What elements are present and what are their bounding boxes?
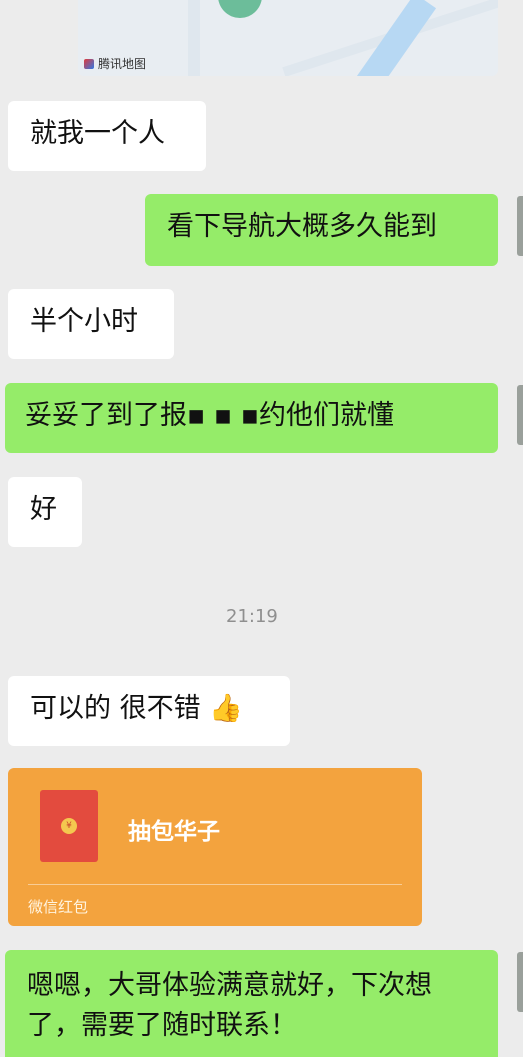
red-envelope-icon: ¥ [40,790,98,862]
map-location-pin [218,0,262,18]
message-text: 妥妥了到了报▪ ▪ ▪约他们就懂 [25,400,395,431]
avatar[interactable] [517,952,523,1012]
message-bubble-right[interactable]: 看下导航大概多久能到 [145,194,498,266]
message-bubble-left[interactable]: 可以的 很不错 👍 [8,676,290,746]
map-road [188,0,200,76]
message-text: 看下导航大概多久能到 [167,211,437,242]
map-river [345,0,437,76]
message-bubble-right[interactable]: 嗯嗯，大哥体验满意就好，下次想 了，需要了随时联系！ [5,950,498,1057]
message-text: 半个小时 [30,306,138,337]
divider [28,884,402,885]
message-bubble-right[interactable]: 妥妥了到了报▪ ▪ ▪约他们就懂 [5,383,498,453]
tencent-map-icon [84,58,94,69]
message-bubble-left[interactable]: 半个小时 [8,289,174,359]
avatar[interactable] [517,196,523,256]
message-bubble-left[interactable]: 就我一个人 [8,101,206,171]
message-timestamp: 21:19 [226,606,278,627]
message-text: 可以的 很不错 👍 [30,693,243,724]
message-text-line: 嗯嗯，大哥体验满意就好，下次想 [27,970,432,1001]
coin-icon: ¥ [61,818,77,834]
message-text: 就我一个人 [30,118,165,149]
location-map-card[interactable]: 腾讯地图 [78,0,498,76]
map-provider-label: 腾讯地图 [98,57,147,71]
message-text-line: 了，需要了随时联系！ [27,1010,297,1041]
message-bubble-left[interactable]: 好 [8,477,82,547]
avatar[interactable] [517,385,523,445]
map-provider-logo: 腾讯地图 [84,55,146,72]
red-envelope-title: 抽包华子 [128,819,220,845]
message-text: 好 [30,494,57,525]
red-envelope-footer: 微信红包 [28,898,89,916]
red-envelope-card[interactable]: ¥ 抽包华子 微信红包 [8,768,422,926]
